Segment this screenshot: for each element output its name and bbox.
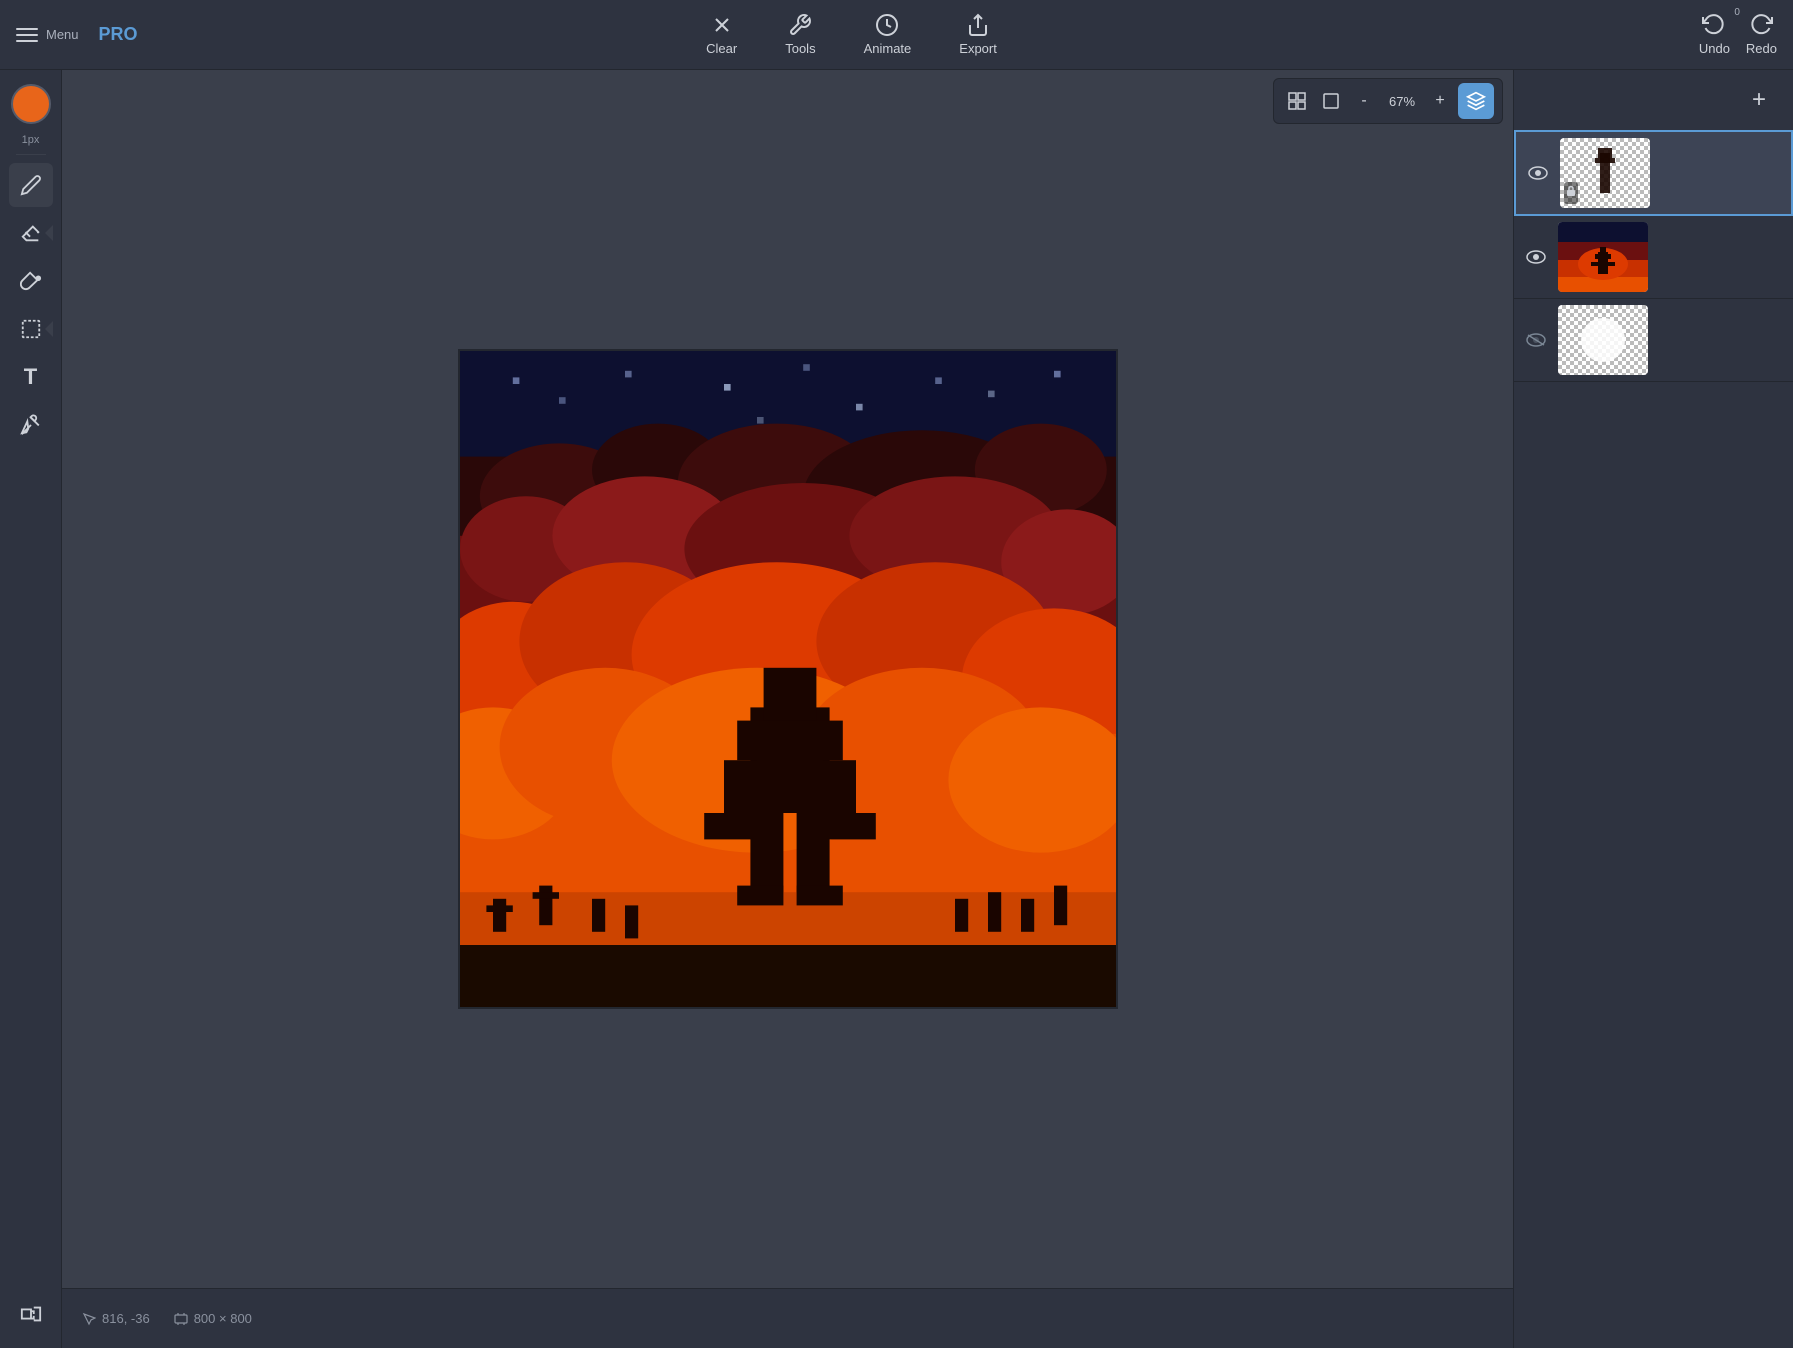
- clear-label: Clear: [706, 41, 737, 56]
- animate-label: Animate: [864, 41, 912, 56]
- resize-icon: [20, 1303, 42, 1325]
- export-icon: [966, 13, 990, 37]
- coordinates-value: 816, -36: [102, 1311, 150, 1326]
- pencil-tool[interactable]: [9, 163, 53, 207]
- menu-label: Menu: [46, 27, 79, 42]
- eye-closed-icon: [1526, 333, 1546, 347]
- dimensions-icon: [174, 1312, 188, 1326]
- eye-icon: [1526, 250, 1546, 264]
- artwork-svg: [460, 351, 1118, 1009]
- topbar-left: Menu PRO: [16, 24, 146, 45]
- layer-item-3[interactable]: [1514, 299, 1793, 382]
- undo-badge: 0: [1734, 7, 1740, 18]
- selection-tool[interactable]: [9, 307, 53, 351]
- layer-item-1[interactable]: [1514, 130, 1793, 216]
- zoom-level: 67%: [1382, 94, 1422, 109]
- topbar-right: Undo 0 Redo: [1557, 13, 1777, 56]
- grid-view-button[interactable]: [1282, 86, 1312, 116]
- cursor-coordinates: 816, -36: [82, 1311, 150, 1326]
- eye-icon: [1528, 166, 1548, 180]
- eyedropper-tool[interactable]: [9, 403, 53, 447]
- undo-label: Undo: [1699, 41, 1730, 56]
- layers-header: +: [1514, 70, 1793, 130]
- single-view-icon: [1322, 92, 1340, 110]
- canvas-area[interactable]: [62, 70, 1513, 1288]
- export-label: Export: [959, 41, 997, 56]
- tools-icon: [788, 13, 812, 37]
- layer-2-visibility[interactable]: [1522, 243, 1550, 271]
- artwork-canvas[interactable]: [458, 349, 1118, 1009]
- layer-3-visibility[interactable]: [1522, 326, 1550, 354]
- animate-icon: [875, 13, 899, 37]
- lock-indicator: [1564, 182, 1578, 204]
- color-swatch[interactable]: [11, 84, 51, 124]
- zoom-out-button[interactable]: -: [1350, 87, 1378, 115]
- zoom-controls: - 67% +: [1273, 78, 1503, 124]
- undo-icon: [1702, 13, 1726, 37]
- layer2-thumb-art: [1558, 222, 1648, 292]
- topbar: Menu PRO Clear Tools Animate: [0, 0, 1793, 70]
- layer3-thumb-art: [1563, 310, 1643, 370]
- grid-icon: [1288, 92, 1306, 110]
- fill-icon: [20, 270, 42, 292]
- layer-1-thumbnail: [1560, 138, 1650, 208]
- selection-icon: [20, 318, 42, 340]
- redo-button[interactable]: Redo: [1746, 13, 1777, 56]
- topbar-center: Clear Tools Animate Export: [146, 13, 1557, 56]
- add-layer-icon: +: [1752, 86, 1766, 114]
- pro-label: PRO: [99, 24, 138, 45]
- animate-button[interactable]: Animate: [864, 13, 912, 56]
- text-tool[interactable]: T: [9, 355, 53, 399]
- clear-button[interactable]: Clear: [706, 13, 737, 56]
- text-icon: T: [24, 364, 37, 390]
- left-toolbar: 1px T: [0, 70, 62, 1348]
- tools-label: Tools: [785, 41, 815, 56]
- layer-item-2[interactable]: [1514, 216, 1793, 299]
- canvas-resize-tool[interactable]: [9, 1292, 53, 1336]
- undo-button[interactable]: Undo 0: [1699, 13, 1730, 56]
- statusbar: 816, -36 800 × 800: [62, 1288, 1513, 1348]
- eraser-icon: [20, 222, 42, 244]
- export-button[interactable]: Export: [959, 13, 997, 56]
- fill-tool[interactable]: [9, 259, 53, 303]
- redo-icon: [1749, 13, 1773, 37]
- layer-2-thumbnail: [1558, 222, 1648, 292]
- layer-1-visibility[interactable]: [1524, 159, 1552, 187]
- single-view-button[interactable]: [1316, 86, 1346, 116]
- zoom-in-button[interactable]: +: [1426, 87, 1454, 115]
- redo-label: Redo: [1746, 41, 1777, 56]
- dimensions-value: 800 × 800: [194, 1311, 252, 1326]
- eyedropper-icon: [20, 414, 42, 436]
- add-layer-button[interactable]: +: [1741, 82, 1777, 118]
- clear-icon: [710, 13, 734, 37]
- tools-button[interactable]: Tools: [785, 13, 815, 56]
- brush-size-label: 1px: [22, 134, 40, 146]
- right-panel: +: [1513, 70, 1793, 1348]
- canvas-dimensions: 800 × 800: [174, 1311, 252, 1326]
- lock-icon: [1566, 185, 1576, 197]
- layer-3-thumbnail: [1558, 305, 1648, 375]
- pencil-icon: [20, 174, 42, 196]
- eraser-tool[interactable]: [9, 211, 53, 255]
- layers-panel-button[interactable]: [1458, 83, 1494, 119]
- layers-icon: [1466, 91, 1486, 111]
- menu-button[interactable]: [16, 28, 38, 42]
- cursor-icon: [82, 1312, 96, 1326]
- color-swatch-button[interactable]: [9, 82, 53, 126]
